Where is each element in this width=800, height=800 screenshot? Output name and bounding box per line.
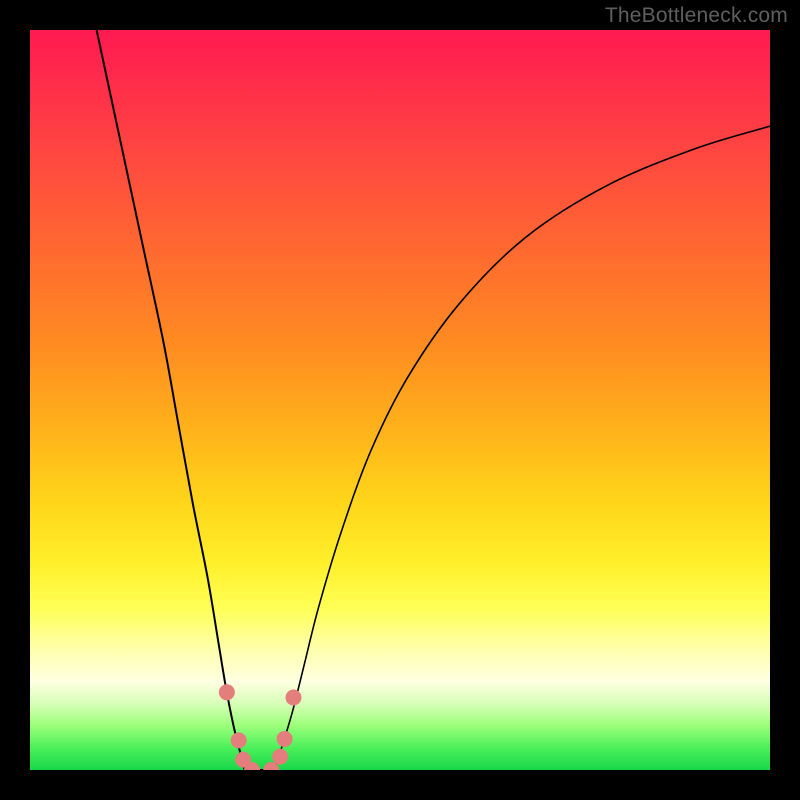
plot-area	[30, 30, 770, 770]
data-points	[219, 684, 302, 770]
watermark-text: TheBottleneck.com	[605, 4, 788, 28]
left-curve	[97, 30, 245, 770]
curve-layer	[30, 30, 770, 770]
chart-frame: TheBottleneck.com	[0, 0, 800, 800]
data-point-p6	[272, 749, 288, 765]
data-point-p8	[285, 689, 301, 705]
data-point-p2	[231, 732, 247, 748]
data-point-p7	[277, 731, 293, 747]
data-point-p1	[219, 684, 235, 700]
right-curve	[274, 126, 770, 770]
